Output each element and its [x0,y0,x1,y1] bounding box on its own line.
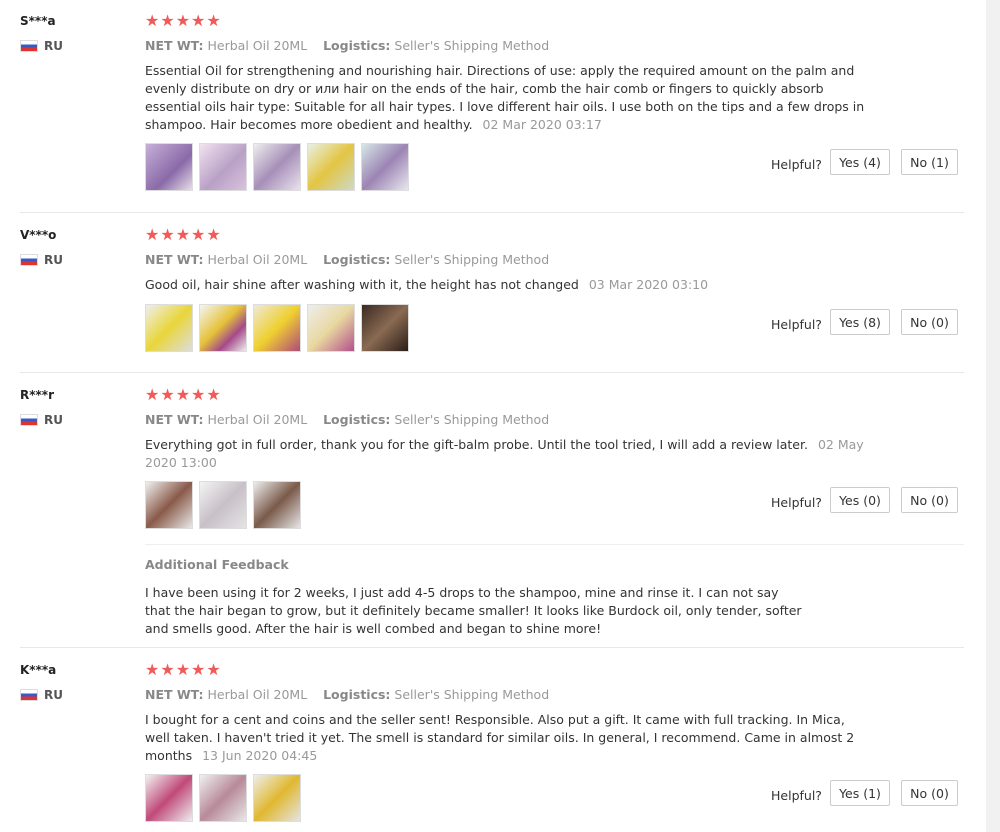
review-text: Everything got in full order, thank you … [145,436,865,472]
divider [20,372,964,373]
helpful-label: Helpful? [771,495,822,510]
product-meta: NET WT: Herbal Oil 20ML Logistics: Selle… [145,38,549,53]
review-photos [145,774,301,822]
review-text: Essential Oil for strengthening and nour… [145,62,865,134]
helpful-label: Helpful? [771,317,822,332]
star-rating: ★★★★★ [145,11,222,30]
divider [20,647,964,648]
review-photo[interactable] [145,481,193,529]
net-label: NET WT: [145,252,204,267]
review-photo[interactable] [145,143,193,191]
logistics-label: Logistics: [323,38,391,53]
logistics-label: Logistics: [323,412,391,427]
reviewer-name: R***r [20,388,54,402]
product-meta: NET WT: Herbal Oil 20ML Logistics: Selle… [145,687,549,702]
review-body: Everything got in full order, thank you … [145,437,808,452]
flag-icon [20,689,38,701]
net-value: Herbal Oil 20ML [207,687,308,702]
product-meta: NET WT: Herbal Oil 20ML Logistics: Selle… [145,252,549,267]
review-photo[interactable] [253,143,301,191]
review-date: 02 Mar 2020 03:17 [482,117,602,132]
country-code: RU [44,253,63,267]
review-photo[interactable] [199,143,247,191]
yes-button[interactable]: Yes (4) [830,149,890,175]
divider [20,212,964,213]
net-label: NET WT: [145,412,204,427]
no-button[interactable]: No (0) [901,309,958,335]
logistics-value: Seller's Shipping Method [394,38,550,53]
yes-button[interactable]: Yes (1) [830,780,890,806]
review-photo[interactable] [145,304,193,352]
review-photo[interactable] [199,304,247,352]
reviewer-country: RU [20,253,63,267]
review-photo[interactable] [361,143,409,191]
yes-button[interactable]: Yes (0) [830,487,890,513]
reviewer-country: RU [20,39,63,53]
additional-divider [145,544,964,545]
review-photos [145,143,409,191]
country-code: RU [44,413,63,427]
net-value: Herbal Oil 20ML [207,38,308,53]
additional-feedback-title: Additional Feedback [145,557,289,572]
logistics-value: Seller's Shipping Method [394,252,550,267]
net-value: Herbal Oil 20ML [207,412,308,427]
product-meta: NET WT: Herbal Oil 20ML Logistics: Selle… [145,412,549,427]
review-photos [145,481,301,529]
helpful-label: Helpful? [771,788,822,803]
star-rating: ★★★★★ [145,225,222,244]
reviewer-country: RU [20,688,63,702]
helpful-label: Helpful? [771,157,822,172]
no-button[interactable]: No (0) [901,487,958,513]
review-photo[interactable] [253,774,301,822]
country-code: RU [44,688,63,702]
flag-icon [20,414,38,426]
scrollbar[interactable] [986,0,1000,832]
review-photo[interactable] [199,774,247,822]
review-text: I bought for a cent and coins and the se… [145,711,865,765]
reviewer-name: V***o [20,228,57,242]
review-photo[interactable] [253,481,301,529]
country-code: RU [44,39,63,53]
net-value: Herbal Oil 20ML [207,252,308,267]
reviewer-name: S***a [20,14,56,28]
reviewer-country: RU [20,413,63,427]
reviewer-name: K***a [20,663,57,677]
logistics-value: Seller's Shipping Method [394,412,550,427]
review-photo[interactable] [253,304,301,352]
net-label: NET WT: [145,687,204,702]
review-date: 13 Jun 2020 04:45 [202,748,318,763]
additional-feedback-text: I have been using it for 2 weeks, I just… [145,585,802,636]
review-photo[interactable] [307,304,355,352]
star-rating: ★★★★★ [145,385,222,404]
yes-button[interactable]: Yes (8) [830,309,890,335]
review-photos [145,304,409,352]
review-date: 03 Mar 2020 03:10 [588,277,709,292]
review-body: Good oil, hair shine after washing with … [145,277,579,292]
logistics-label: Logistics: [323,252,391,267]
logistics-value: Seller's Shipping Method [394,687,550,702]
review-photo[interactable] [361,304,409,352]
no-button[interactable]: No (1) [901,149,958,175]
review-photo[interactable] [145,774,193,822]
no-button[interactable]: No (0) [901,780,958,806]
net-label: NET WT: [145,38,204,53]
flag-icon [20,40,38,52]
review-photo[interactable] [307,143,355,191]
logistics-label: Logistics: [323,687,391,702]
review-photo[interactable] [199,481,247,529]
review-text: Good oil, hair shine after washing with … [145,276,865,294]
flag-icon [20,254,38,266]
star-rating: ★★★★★ [145,660,222,679]
